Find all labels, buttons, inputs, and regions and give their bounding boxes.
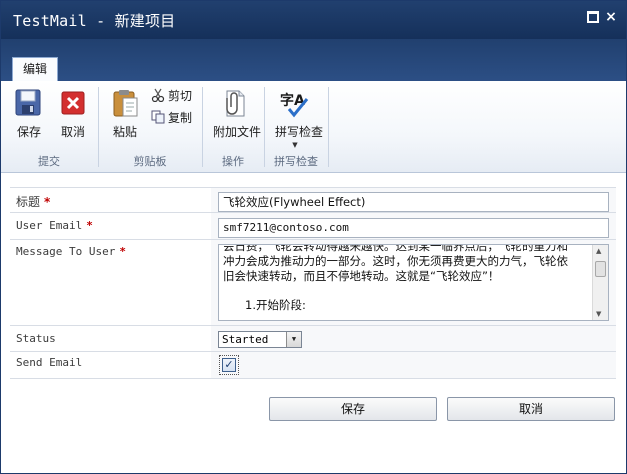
ribbon-group-label-commit: 提交 [38,155,60,168]
window-title-page: 新建项目 [114,12,176,30]
paste-button[interactable]: 粘贴 [105,87,145,140]
dropdown-arrow-icon[interactable]: ▼ [275,141,315,149]
ribbon-group-commit: 保存 取消 提交 [1,81,97,173]
ribbon-group-label-spelling: 拼写检查 [274,155,318,168]
form-row-user-email: User Email * smf7211@contoso.com [10,212,616,239]
title-input[interactable]: 飞轮效应(Flywheel Effect) [218,192,609,212]
save-button-label: 保存 [16,125,41,139]
scrollbar-thumb[interactable] [595,261,606,277]
message-list-item: 1.开始阶段: [245,298,306,312]
form-field-background [211,352,616,378]
maximize-icon[interactable] [587,11,599,23]
field-label-title-text: 标题 [16,195,41,209]
field-label-message: Message To User * [16,245,126,258]
tab-edit[interactable]: 编辑 [12,57,58,81]
spelling-check-button-label: 拼写检查 [275,125,324,139]
paste-button-label: 粘贴 [112,125,137,139]
window-title-separator: - [86,12,115,30]
field-label-user-email: User Email * [16,219,93,232]
form-cancel-button[interactable]: 取消 [447,397,615,421]
cancel-x-icon [61,91,85,115]
message-content[interactable]: 会日费，飞轮会转动得越来越快。达到某一临界点后，飞轮的重力和 冲力会成为推动力的… [223,244,593,313]
close-icon[interactable]: × [605,10,617,24]
required-marker: * [119,245,126,258]
dialog-window: TestMail - 新建项目 × 编辑 保存 取消 提交 粘贴 剪切 复制 剪… [0,0,627,474]
copy-icon [151,110,165,124]
attach-file-button[interactable]: 附加文件 [213,87,262,140]
spelling-check-button[interactable]: 字A 拼写检查 ▼ [275,87,324,149]
paperclip-document-icon [226,90,245,117]
status-selected-value: Started [222,333,269,346]
attach-file-button-label: 附加文件 [213,125,262,139]
cancel-button-label: 取消 [60,125,85,139]
ribbon-group-actions: 附加文件 操作 [203,81,263,173]
title-bar[interactable]: TestMail - 新建项目 × [1,1,626,39]
paste-clipboard-icon [113,90,138,117]
required-marker: * [86,219,93,232]
save-disk-icon [15,89,41,116]
status-select[interactable]: Started ▼ [218,331,302,348]
cut-button[interactable]: 剪切 [151,87,192,105]
form-row-status: Status Started ▼ [10,325,616,351]
window-title: TestMail - 新建项目 [13,10,175,31]
ribbon-group-label-actions: 操作 [222,155,244,168]
field-label-status: Status [16,332,56,345]
scissors-icon [151,88,165,102]
field-label-message-text: Message To User [16,245,116,258]
scroll-down-icon[interactable]: ▼ [596,310,601,318]
ribbon-divider [328,87,329,167]
message-line-2: 冲力会成为推动力的一部分。这时，你无须再费更大的力气，飞轮依 [223,254,568,268]
cancel-button[interactable]: 取消 [53,87,93,140]
cut-button-label: 剪切 [168,89,193,103]
message-line-1: 会日费，飞轮会转动得越来越快。达到某一临界点后，飞轮的重力和 [223,244,568,253]
field-label-title: 标题 * [16,193,50,210]
spell-check-icon: 字A [280,92,309,118]
ribbon-tab-strip: 编辑 [1,39,626,81]
ribbon: 保存 取消 提交 粘贴 剪切 复制 剪贴板 附加文件 操作 字A 拼写检查 ▼ … [1,81,626,173]
form-row-send-email: Send Email ✓ [10,351,616,379]
form-row-title: 标题 * 飞轮效应(Flywheel Effect) [10,187,616,212]
ribbon-group-clipboard: 粘贴 剪切 复制 剪贴板 [99,81,201,173]
save-button[interactable]: 保存 [9,87,49,140]
message-scrollbar[interactable]: ▲ ▼ [592,245,608,320]
form-row-message: Message To User * 会日费，飞轮会转动得越来越快。达到某一临界点后… [10,239,616,325]
copy-button-label: 复制 [168,111,193,125]
ribbon-group-spelling: 字A 拼写检查 ▼ 拼写检查 [265,81,327,173]
message-rich-text-editor[interactable]: 会日费，飞轮会转动得越来越快。达到某一临界点后，飞轮的重力和 冲力会成为推动力的… [218,244,609,321]
message-line-3: 旧会快速转动，而且不停地转动。这就是“飞轮效应”！ [223,269,500,283]
chevron-down-icon[interactable]: ▼ [286,332,301,347]
required-marker: * [44,195,51,209]
field-label-user-email-text: User Email [16,219,83,232]
copy-button[interactable]: 复制 [151,109,192,127]
window-title-app: TestMail [13,12,87,30]
form-save-button[interactable]: 保存 [269,397,437,421]
user-email-input[interactable]: smf7211@contoso.com [218,218,609,238]
ribbon-group-label-clipboard: 剪贴板 [133,155,167,168]
field-label-send-email: Send Email [16,356,83,369]
scroll-up-icon[interactable]: ▲ [596,247,601,255]
send-email-checkbox[interactable]: ✓ [222,358,236,372]
